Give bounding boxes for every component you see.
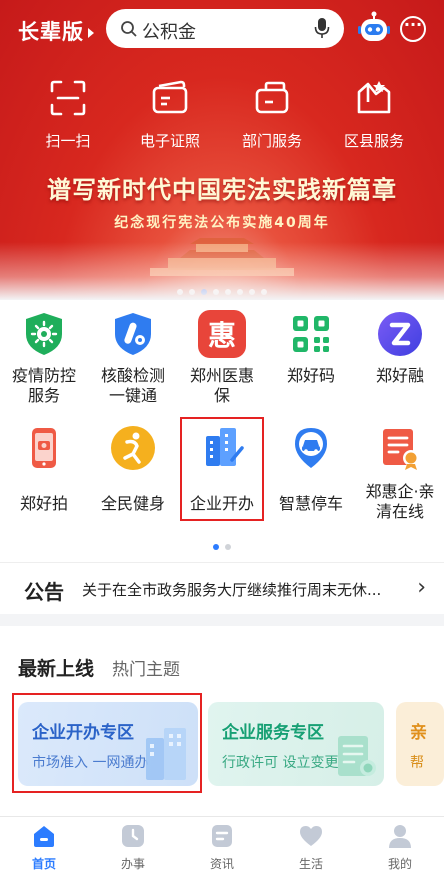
bottom-navigation: 首页 办事 资讯 生活 我的 (0, 816, 444, 877)
service-label: 郑好融 (375, 366, 424, 385)
notice-text: 关于在全市政务服务大厅继续推行周末无休... (82, 581, 382, 599)
search-icon (120, 20, 138, 42)
tab-latest[interactable]: 最新上线 (18, 658, 94, 680)
map-icon (354, 78, 394, 118)
card-partial-third[interactable]: 亲 帮 (396, 702, 444, 786)
banner-dot[interactable] (189, 289, 195, 295)
nav-label: 我的 (387, 857, 412, 871)
card-title: 企业服务专区 (222, 723, 324, 743)
clock-icon (120, 823, 146, 849)
nav-label: 首页 (31, 857, 56, 871)
nav-label: 办事 (120, 857, 145, 871)
z-finance-icon (376, 310, 424, 358)
microphone-icon[interactable] (314, 17, 330, 43)
certificate-icon (376, 424, 424, 472)
service-label: 郑好码 (286, 366, 335, 385)
card-title: 亲 (410, 723, 427, 743)
banner-pagination (0, 280, 444, 299)
quick-action-label: 扫一扫 (45, 132, 91, 150)
parking-car-icon (287, 424, 335, 472)
banner-dot[interactable] (225, 289, 231, 295)
search-placeholder: 公积金 (142, 22, 196, 43)
top-bar: 长辈版 公积金 ··· (0, 0, 444, 58)
service-zhenghaoma[interactable]: 郑好码 (267, 310, 355, 386)
home-icon (31, 823, 57, 849)
service-label: 郑州医惠保 (189, 366, 254, 405)
user-icon (387, 823, 413, 849)
service-zhenghuiqi[interactable]: 郑惠企·亲清在线 (356, 424, 444, 522)
camera-phone-icon (20, 424, 68, 472)
service-zhenghaopai[interactable]: 郑好拍 (0, 424, 88, 514)
service-label: 疫情防控服务 (11, 366, 76, 405)
banner-dot[interactable] (201, 289, 207, 295)
grid-pagination (0, 535, 444, 554)
service-zhengzhou-yihuibao[interactable]: 惠 郑州医惠保 (178, 310, 266, 406)
more-options-icon[interactable]: ··· (400, 16, 426, 42)
service-smart-parking[interactable]: 智慧停车 (267, 424, 355, 514)
card-subtitle: 帮 (410, 755, 424, 771)
nav-mine[interactable]: 我的 (356, 823, 444, 872)
card-enterprise-service-zone[interactable]: 企业服务专区 行政许可 设立变更 (208, 702, 384, 786)
nav-label: 资讯 (209, 857, 234, 871)
latest-tabs: 最新上线 热门主题 (18, 654, 180, 681)
nav-home[interactable]: 首页 (0, 823, 88, 872)
highlight-box-enterprise-zone (12, 693, 202, 793)
banner-dot[interactable] (249, 289, 255, 295)
tiananmen-illustration (150, 238, 294, 276)
quick-action-label: 区县服务 (343, 132, 404, 150)
banner-dot[interactable] (261, 289, 267, 295)
elder-mode-toggle[interactable]: 长辈版 (18, 16, 94, 46)
service-zhenghaorong[interactable]: 郑好融 (356, 310, 444, 386)
service-label: 郑好拍 (19, 494, 68, 513)
service-label: 核酸检测一键通 (100, 366, 165, 405)
highlight-box-enterprise-start (180, 417, 264, 521)
quick-action-district-service[interactable]: 区县服务 (322, 78, 426, 151)
caret-right-icon (88, 28, 94, 38)
service-fitness[interactable]: 全民健身 (89, 424, 177, 514)
quick-action-scan[interactable]: 扫一扫 (16, 78, 120, 151)
nav-life[interactable]: 生活 (267, 823, 355, 872)
qr-code-icon (287, 310, 335, 358)
fitness-icon (109, 424, 157, 472)
service-label: 智慧停车 (278, 494, 343, 513)
tab-hot-topics[interactable]: 热门主题 (112, 660, 180, 680)
card-icon (150, 78, 190, 118)
search-bar[interactable]: 公积金 (106, 9, 344, 48)
quick-action-label: 电子证照 (139, 132, 200, 150)
hero-banner: 长辈版 公积金 ··· 扫一扫 电子证照 部门服务 区县服务 谱写新时代中国宪法… (0, 0, 444, 300)
service-label: 全民健身 (100, 494, 165, 513)
service-epidemic-control[interactable]: 疫情防控服务 (0, 310, 88, 406)
banner-subline: 纪念现行宪法公布实施40周年 (114, 215, 330, 231)
card-subtitle: 行政许可 设立变更 (222, 755, 339, 771)
nav-label: 生活 (298, 857, 323, 871)
quick-action-dept-service[interactable]: 部门服务 (220, 78, 324, 151)
briefcase-icon (252, 78, 292, 118)
hui-icon: 惠 (198, 310, 246, 358)
heart-icon (298, 823, 324, 849)
elder-mode-label: 长辈版 (18, 20, 84, 44)
document-seal-illustration-icon (338, 736, 376, 776)
banner-dot[interactable] (237, 289, 243, 295)
service-label: 郑惠企·亲清在线 (365, 482, 435, 521)
chevron-right-icon: › (417, 575, 426, 600)
news-icon (209, 823, 235, 849)
test-tube-shield-icon (109, 310, 157, 358)
banner-headline[interactable]: 谱写新时代中国宪法实践新篇章 (0, 170, 444, 205)
service-nucleic-test[interactable]: 核酸检测一键通 (89, 310, 177, 406)
quick-action-e-license[interactable]: 电子证照 (118, 78, 222, 151)
scan-icon (48, 78, 88, 118)
notice-tag: 公告 (24, 580, 64, 604)
banner-dot[interactable] (177, 289, 183, 295)
assistant-robot-icon[interactable] (356, 10, 392, 46)
notice-bar[interactable]: 公告 关于在全市政务服务大厅继续推行周末无休... › (0, 562, 444, 614)
quick-action-label: 部门服务 (241, 132, 302, 150)
virus-shield-icon (20, 310, 68, 358)
banner-dot[interactable] (213, 289, 219, 295)
nav-news[interactable]: 资讯 (178, 823, 266, 872)
nav-affairs[interactable]: 办事 (89, 823, 177, 872)
